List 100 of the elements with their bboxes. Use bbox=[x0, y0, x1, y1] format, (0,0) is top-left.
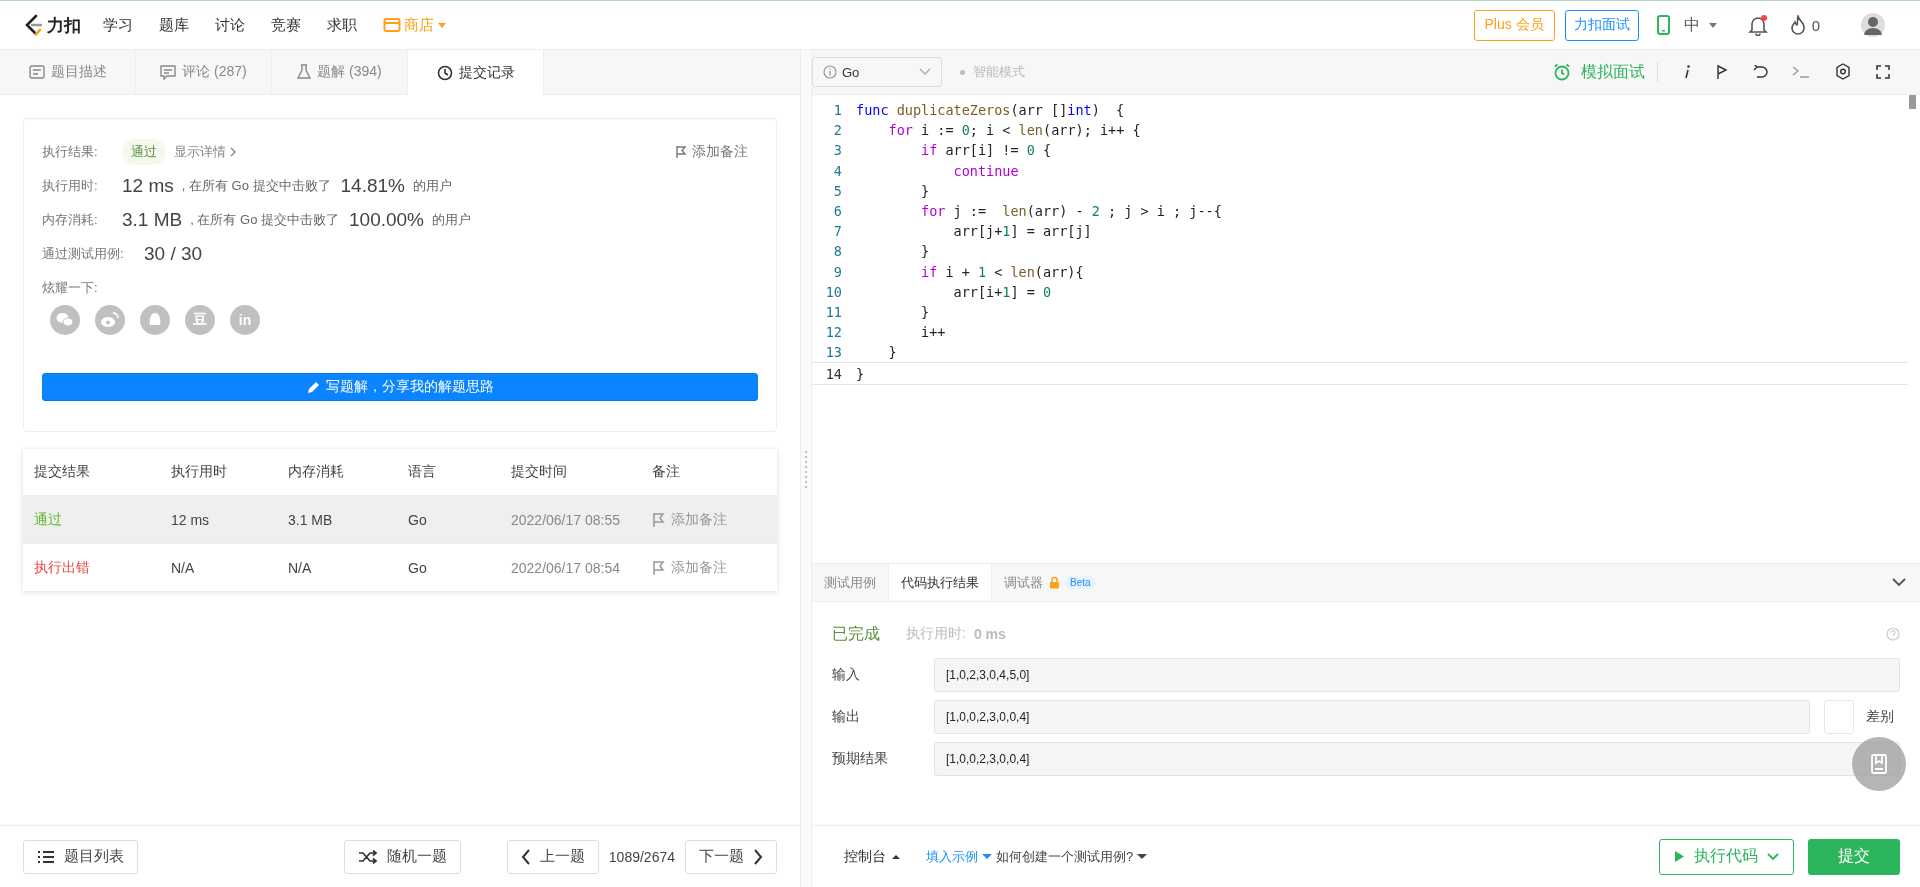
streak-count: 0 bbox=[1811, 16, 1820, 34]
interview-button[interactable]: 力扣面试 bbox=[1564, 9, 1639, 41]
stat-text: , 在所有 Go 提交中击败了 bbox=[181, 177, 331, 195]
help-link[interactable]: 如何创建一个测试用例? bbox=[996, 847, 1134, 866]
submission-row[interactable]: 执行出错 N/A N/A Go 2022/06/17 08:54 添加备注 bbox=[23, 543, 777, 591]
write-solution-button[interactable]: 写题解，分享我的解题思路 bbox=[42, 373, 758, 401]
stat-value: 3.1 MB bbox=[122, 209, 183, 231]
line-number: 8 bbox=[832, 243, 842, 260]
add-note-link[interactable]: 添加备注 bbox=[671, 510, 727, 529]
console-toggle[interactable]: 控制台 bbox=[844, 847, 886, 866]
code-line: } bbox=[920, 243, 930, 260]
bookmark-icon bbox=[1870, 754, 1888, 774]
line-number: 14 bbox=[824, 365, 842, 382]
bell-icon[interactable] bbox=[1747, 14, 1768, 36]
run-code-button[interactable]: 执行代码 bbox=[1659, 838, 1794, 875]
code-line: if i + 1 < len(arr){ bbox=[920, 263, 1084, 280]
tab[interactable]: 题目描述 bbox=[0, 50, 136, 94]
qq-icon[interactable] bbox=[140, 305, 170, 335]
language-menu[interactable]: 中 bbox=[1683, 14, 1700, 36]
column-header: 备注 bbox=[652, 463, 681, 481]
diff-toggle[interactable] bbox=[1824, 700, 1854, 734]
language-select[interactable]: Go bbox=[812, 57, 942, 87]
result-field: [1,0,0,2,3,0,0,4] bbox=[934, 742, 1900, 776]
phone-icon[interactable] bbox=[1656, 15, 1670, 35]
floating-button[interactable] bbox=[1852, 737, 1906, 791]
beta-badge: Beta bbox=[1065, 576, 1096, 589]
details-link[interactable]: 显示详情 bbox=[174, 143, 226, 161]
field-label: 预期结果 bbox=[832, 750, 889, 768]
logo-text[interactable]: 力扣 bbox=[47, 13, 81, 37]
info-icon[interactable] bbox=[1682, 64, 1692, 80]
line-number: 3 bbox=[832, 142, 842, 159]
share-label: 炫耀一下: bbox=[42, 279, 99, 297]
fullscreen-icon[interactable] bbox=[1876, 65, 1890, 79]
line-number: 10 bbox=[824, 283, 842, 300]
result-cell[interactable]: 执行出错 bbox=[34, 558, 171, 577]
stat-text: 的用户 bbox=[432, 211, 471, 229]
wechat-icon[interactable] bbox=[50, 305, 80, 335]
console-tab[interactable]: 调试器 bbox=[992, 564, 1055, 601]
result-cell[interactable]: 通过 bbox=[34, 510, 171, 529]
stat-text: , 在所有 Go 提交中击败了 bbox=[190, 211, 339, 229]
line-number: 12 bbox=[824, 324, 842, 341]
avatar[interactable] bbox=[1860, 12, 1886, 38]
flame-icon[interactable] bbox=[1789, 15, 1806, 35]
fill-example-link[interactable]: 填入示例 bbox=[926, 847, 978, 866]
table-cell-text: 2022/06/17 08:54 bbox=[511, 559, 621, 576]
nav-link[interactable]: 题库 bbox=[159, 15, 189, 35]
code-line: arr[j+1] = arr[j] bbox=[952, 223, 1092, 240]
submission-row[interactable]: 通过 12 ms 3.1 MB Go 2022/06/17 08:55 添加备注 bbox=[23, 495, 777, 543]
caret-up-icon[interactable] bbox=[892, 853, 900, 860]
console-tab[interactable]: 代码执行结果 bbox=[888, 564, 992, 601]
caret-icon[interactable] bbox=[1707, 20, 1718, 30]
store-menu[interactable]: 商店 bbox=[404, 15, 434, 35]
add-note-link[interactable]: 添加备注 bbox=[692, 143, 748, 161]
nav-link[interactable]: 讨论 bbox=[215, 15, 245, 35]
stat-percent: 14.81% bbox=[340, 175, 405, 197]
code-line: if arr[i] != 0 { bbox=[920, 142, 1052, 159]
collapse-icon[interactable] bbox=[1892, 578, 1906, 587]
tab[interactable]: 评论 (287) bbox=[136, 50, 272, 94]
random-button[interactable]: 随机一题 bbox=[343, 839, 461, 874]
nav-link[interactable]: 竞赛 bbox=[271, 15, 301, 35]
chevron-left-icon bbox=[520, 848, 531, 865]
code-line: arr[i+1] = 0 bbox=[952, 283, 1052, 300]
nav-link[interactable]: 学习 bbox=[103, 15, 133, 35]
tab[interactable]: 提交记录 bbox=[408, 50, 544, 95]
code-line: } bbox=[856, 365, 865, 382]
logo-icon[interactable] bbox=[24, 14, 44, 36]
code-line: } bbox=[887, 344, 897, 361]
line-number: 13 bbox=[824, 344, 842, 361]
chevron-icon[interactable] bbox=[229, 147, 237, 157]
chevron-right-icon bbox=[753, 848, 763, 865]
table-cell-text: Go bbox=[408, 511, 428, 528]
table-cell-text: 3.1 MB bbox=[288, 511, 334, 528]
line-number: 7 bbox=[832, 223, 842, 240]
status-text: 已完成 bbox=[832, 623, 880, 644]
stat-text: 的用户 bbox=[413, 177, 452, 195]
scrollbar[interactable] bbox=[1909, 95, 1916, 109]
nav-link[interactable]: 求职 bbox=[327, 15, 357, 35]
store-icon[interactable] bbox=[383, 17, 401, 33]
caret-icon[interactable] bbox=[1137, 853, 1148, 860]
problem-list-button[interactable]: 题目列表 bbox=[23, 839, 138, 874]
submit-button[interactable]: 提交 bbox=[1808, 838, 1900, 875]
table-cell-text: 2022/06/17 08:55 bbox=[511, 511, 621, 528]
previous-button[interactable]: 上一题 bbox=[506, 839, 599, 874]
lock-icon bbox=[1049, 576, 1060, 589]
undo-icon[interactable] bbox=[1752, 65, 1768, 79]
terminal-icon[interactable] bbox=[1792, 65, 1810, 79]
table-cell-text: N/A bbox=[288, 559, 313, 576]
line-number: 11 bbox=[824, 303, 842, 320]
runtime-value: 0 ms bbox=[973, 626, 1006, 642]
table-cell-text: Go bbox=[408, 559, 428, 576]
settings-icon[interactable] bbox=[1834, 63, 1852, 81]
console-tab[interactable]: 测试用例 bbox=[812, 564, 888, 601]
result-field: [1,0,2,3,0,4,5,0] bbox=[934, 658, 1900, 692]
mock-interview-button[interactable]: 模拟面试 bbox=[1553, 61, 1645, 83]
next-button[interactable]: 下一题 bbox=[685, 839, 777, 874]
weibo-icon[interactable] bbox=[95, 305, 125, 335]
flag-icon[interactable] bbox=[1716, 64, 1728, 80]
add-note-link[interactable]: 添加备注 bbox=[671, 558, 727, 577]
stat-value: 12 ms bbox=[122, 175, 174, 197]
plus-button[interactable]: Plus 会员 bbox=[1473, 9, 1555, 41]
